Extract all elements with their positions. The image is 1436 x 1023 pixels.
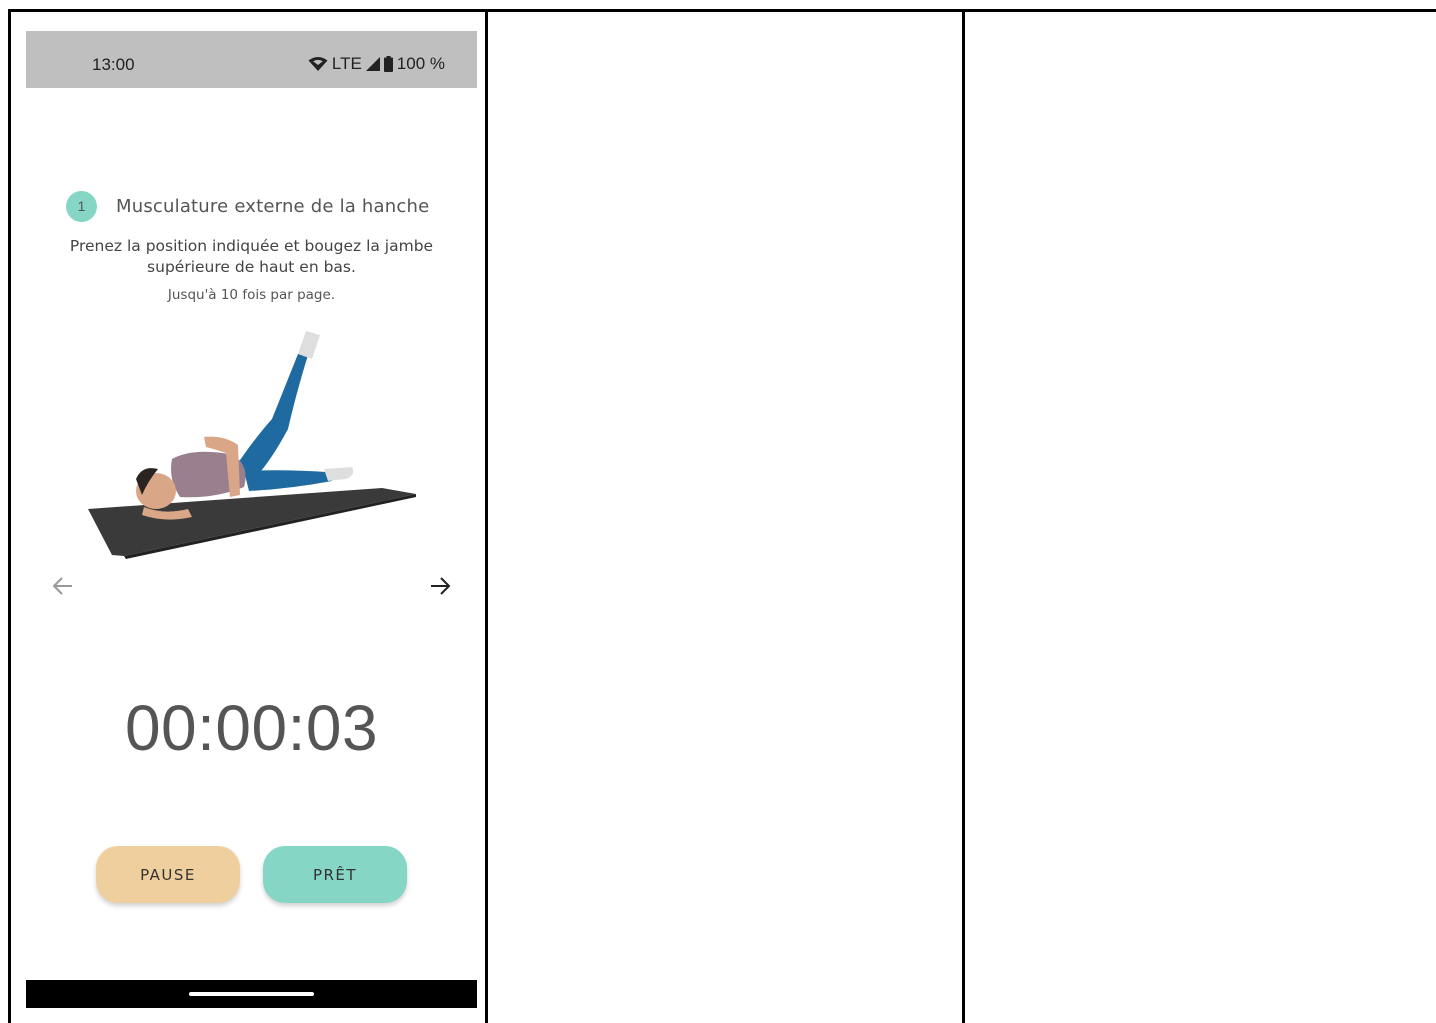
next-button[interactable] bbox=[427, 574, 453, 598]
panel-divider bbox=[962, 9, 965, 1023]
exercise-timer: 00:00:03 bbox=[124, 692, 379, 764]
frame-top-border bbox=[8, 9, 1436, 12]
network-type: LTE bbox=[331, 54, 362, 73]
status-indicators: LTE 100 % bbox=[308, 54, 445, 74]
home-gesture-handle[interactable] bbox=[189, 992, 314, 996]
exercise-title: Musculature externe de la hanche bbox=[116, 195, 430, 217]
phone-screen: 13:00 LTE 100 % 1 Musculature externe de… bbox=[26, 31, 477, 1008]
signal-icon bbox=[365, 57, 380, 71]
previous-button[interactable] bbox=[50, 574, 76, 598]
status-time: 13:00 bbox=[92, 55, 135, 74]
step-number-badge: 1 bbox=[66, 190, 97, 222]
arrow-left-icon bbox=[52, 577, 72, 595]
exercise-instruction: Prenez la position indiquée et bougez la… bbox=[69, 237, 434, 276]
exercise-header: 1 Musculature externe de la hanche bbox=[66, 190, 456, 222]
ready-button[interactable]: PRÊT bbox=[263, 846, 407, 903]
exercise-illustration bbox=[84, 319, 424, 564]
pause-button[interactable]: PAUSE bbox=[96, 846, 240, 903]
system-navigation-bar bbox=[26, 980, 477, 1008]
status-bar: 13:00 LTE 100 % bbox=[26, 31, 477, 88]
repeat-note: Jusqu'à 10 fois par page. bbox=[167, 287, 336, 303]
panel-divider bbox=[485, 9, 488, 1023]
battery-icon bbox=[383, 56, 393, 72]
frame-left-border bbox=[8, 9, 11, 1023]
wifi-icon bbox=[308, 56, 328, 72]
arrow-right-icon bbox=[431, 577, 451, 595]
battery-level: 100 % bbox=[396, 54, 445, 73]
